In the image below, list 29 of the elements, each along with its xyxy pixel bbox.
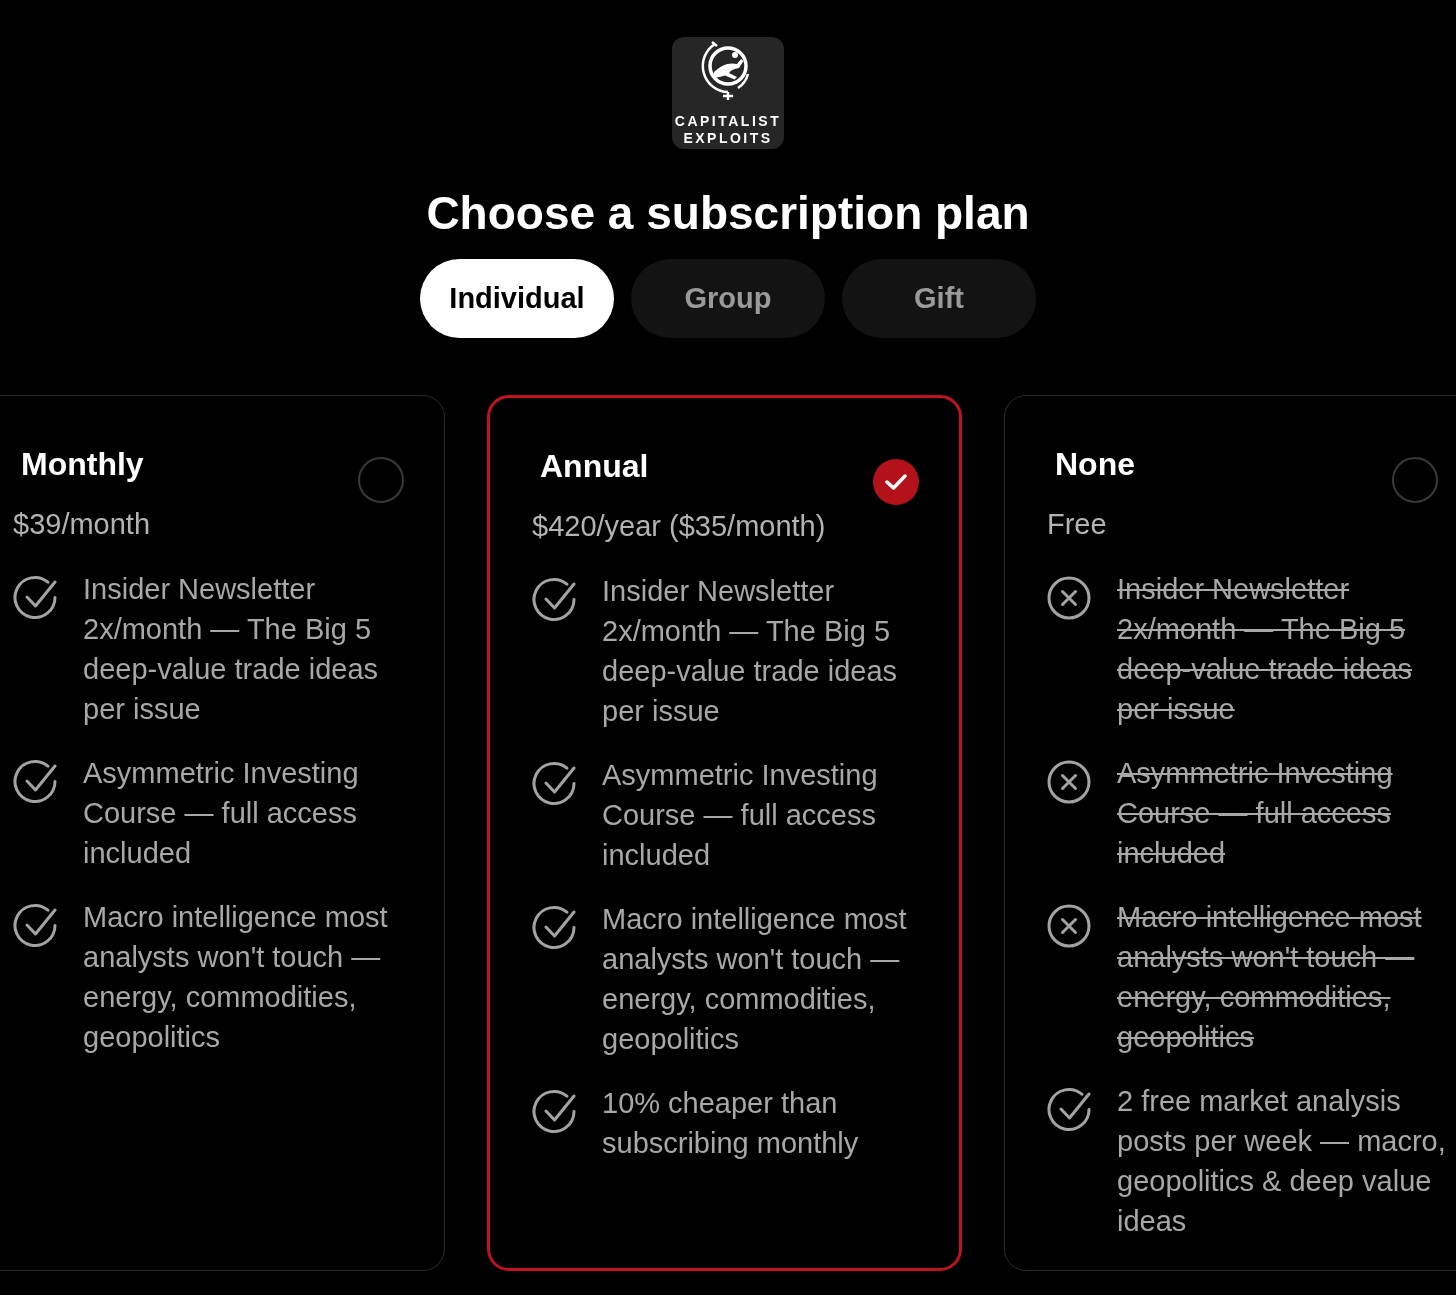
feature-text: Macro intelligence most analysts won't touch — energy, commodities, geopolitics	[83, 900, 389, 1055]
feature-text: Asymmetric Investing Course — full access included	[1117, 756, 1394, 871]
feature-text: Macro intelligence most analysts won't touch — energy, commodities, geopolitics	[602, 902, 908, 1057]
plan-price: $420/year ($35/month)	[532, 509, 827, 544]
feature-text: Insider Newsletter 2x/month — The Big 5 deep-value trade ideas per issue	[602, 574, 899, 729]
radio-button[interactable]	[1392, 457, 1438, 503]
plan-name: None	[1055, 445, 1135, 483]
plan-name: Annual	[540, 447, 649, 485]
feature-text: Insider Newsletter 2x/month — The Big 5 deep-value trade ideas per issue	[83, 572, 380, 727]
feature-text: Asymmetric Investing Course — full access included	[602, 758, 879, 873]
feature-text: Macro intelligence most analysts won't touch — energy, commodities, geopolitics	[1117, 900, 1423, 1055]
plan-type-tab[interactable]: Individual	[420, 259, 614, 338]
plan-name: Monthly	[21, 445, 144, 483]
plan-card[interactable]	[0, 395, 445, 1271]
plan-type-tab[interactable]: Gift	[842, 259, 1036, 338]
feature-text: Insider Newsletter 2x/month — The Big 5 deep-value trade ideas per issue	[1117, 572, 1414, 727]
page-title: Choose a subscription plan	[426, 187, 1030, 239]
plan-type-tab[interactable]: Group	[631, 259, 825, 338]
feature-text: Asymmetric Investing Course — full access included	[83, 756, 360, 871]
radio-button[interactable]	[358, 457, 404, 503]
plan-card[interactable]	[487, 395, 962, 1271]
logo-wordmark: CAPITALIST EXPLOITS	[674, 113, 782, 147]
plan-card[interactable]	[1004, 395, 1456, 1271]
feature-text: 2 free market analysis posts per week — macro, geopolitics & deep value ideas	[1117, 1084, 1447, 1239]
radio-button[interactable]	[873, 459, 919, 505]
check-icon	[885, 474, 907, 490]
feature-text: 10% cheaper than subscribing monthly	[602, 1086, 860, 1161]
plan-price: Free	[1047, 507, 1108, 542]
plan-price: $39/month	[13, 507, 152, 542]
